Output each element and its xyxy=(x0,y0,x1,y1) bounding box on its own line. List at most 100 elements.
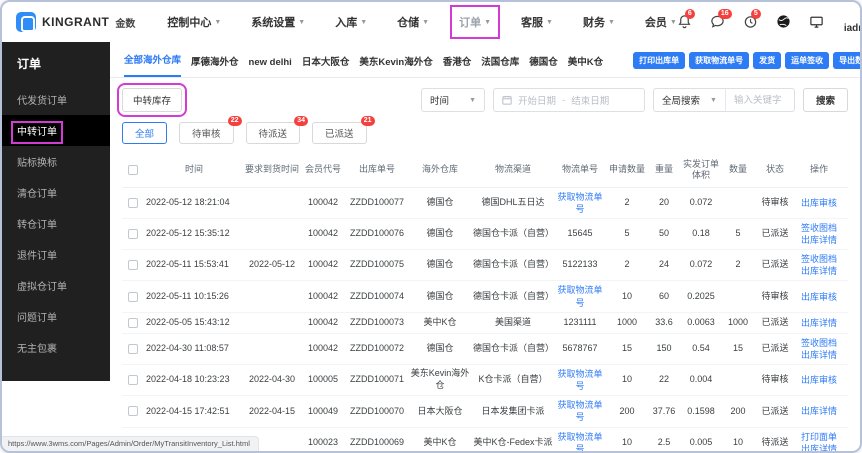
search-button[interactable]: 搜索 xyxy=(802,88,848,112)
chip-pending-dispatch[interactable]: 待派送 34 xyxy=(245,116,309,144)
row-action-link[interactable]: 出库详情 xyxy=(797,265,841,277)
tab-usk-warehouse[interactable]: 美中K仓 xyxy=(568,54,603,77)
tab-france-warehouse[interactable]: 法国仓库 xyxy=(481,54,519,77)
cell-time: 2022-05-11 10:15:26 xyxy=(146,290,229,301)
tab-kevin-warehouse[interactable]: 美东Kevin海外仓 xyxy=(359,54,432,77)
tab-osaka-warehouse[interactable]: 日本大阪仓 xyxy=(302,54,350,77)
row-checkbox[interactable] xyxy=(128,406,138,417)
date-range-picker[interactable]: 开始日期 - 结束日期 xyxy=(493,88,646,112)
notification-badge: 6 xyxy=(684,9,695,19)
row-action-link[interactable]: 出库审核 xyxy=(797,197,841,209)
row-checkbox[interactable] xyxy=(128,317,138,328)
cell-shipped-volume: 0.54 xyxy=(692,343,710,354)
row-action-link[interactable]: 出库审核 xyxy=(797,291,841,303)
menu-item-customer-service[interactable]: 客服 ▼ xyxy=(521,14,553,30)
sidebar-item-relabel[interactable]: 贴标换标 xyxy=(2,146,110,177)
cell-shipped-volume: 0.072 xyxy=(689,196,713,207)
get-tracking-number-link[interactable]: 获取物流单号 xyxy=(555,368,605,392)
menu-item-finance[interactable]: 财务 ▼ xyxy=(583,14,615,30)
search-scope-select[interactable]: 全局搜索 ▼ xyxy=(654,89,726,111)
menu-item-system-settings[interactable]: 系统设置 ▼ xyxy=(251,14,305,30)
row-checkbox[interactable] xyxy=(128,197,138,208)
monitor-icon[interactable] xyxy=(809,14,825,30)
count-badge: 21 xyxy=(360,116,375,126)
tab-houde-warehouse[interactable]: 厚德海外仓 xyxy=(191,54,239,77)
cell-tracking-no: 15645 xyxy=(567,228,593,239)
clock-icon[interactable]: 5 xyxy=(743,9,761,30)
topbar-icons: 6 16 5 iadmin xyxy=(677,9,860,34)
row-action-link[interactable]: 出库详情 xyxy=(797,317,841,329)
get-tracking-number-link[interactable]: 获取物流单号 xyxy=(555,431,605,451)
cell-requested-qty: 5 xyxy=(624,228,630,239)
cell-shipped-volume: 0.18 xyxy=(692,228,710,239)
cell-status: 待派送 xyxy=(761,436,789,447)
row-action-link[interactable]: 签收图档 xyxy=(797,337,841,349)
chip-all[interactable]: 全部 xyxy=(122,122,168,144)
main-menu: 控制中心 ▼ 系统设置 ▼ 入库 ▼ 仓储 ▼ 订单 ▼ 客服 ▼ 财务 ▼ 会员 ▼ xyxy=(167,5,677,39)
sidebar-item-clearance-orders[interactable]: 清仓订单 xyxy=(2,177,110,208)
transit-inventory-button[interactable]: 中转库存 xyxy=(116,83,188,117)
time-filter-select[interactable]: 时间 ▼ xyxy=(421,88,486,112)
cell-qty xyxy=(722,294,754,300)
username[interactable]: iadmin xyxy=(844,23,860,34)
export-data-button[interactable]: 导出数据 xyxy=(833,52,860,69)
cell-requested-qty: 2 xyxy=(624,259,630,270)
tab-all-overseas-warehouses[interactable]: 全部海外仓库 xyxy=(124,52,182,77)
get-tracking-number-link[interactable]: 获取物流单号 xyxy=(555,399,605,423)
get-tracking-number-button[interactable]: 获取物流单号 xyxy=(689,52,750,69)
print-outbound-order-button[interactable]: 打印出库单 xyxy=(633,52,686,69)
chip-dispatched[interactable]: 已派送 21 xyxy=(312,116,375,144)
sidebar-item-return-orders[interactable]: 退件订单 xyxy=(2,239,110,270)
row-action-link[interactable]: 出库审核 xyxy=(797,374,841,386)
menu-item-orders[interactable]: 订单 ▼ xyxy=(450,5,500,39)
menu-item-storage[interactable]: 仓储 ▼ xyxy=(397,14,429,30)
tab-hongkong-warehouse[interactable]: 香港仓 xyxy=(443,54,472,77)
chip-pending-review[interactable]: 待审核 22 xyxy=(179,116,242,144)
menu-item-control-center[interactable]: 控制中心 ▼ xyxy=(167,14,221,30)
sidebar-item-transfer-orders[interactable]: 转仓订单 xyxy=(2,208,110,239)
cell-weight: 2.5 xyxy=(657,436,671,447)
waybill-signed-button[interactable]: 运单签收 xyxy=(785,52,830,69)
row-action-link[interactable]: 出库详情 xyxy=(797,443,841,451)
keyword-input[interactable] xyxy=(725,90,794,110)
row-checkbox[interactable] xyxy=(128,260,138,271)
sidebar-item-transit-orders[interactable]: 中转订单 xyxy=(2,115,110,146)
cell-qty xyxy=(722,200,754,206)
chat-icon[interactable]: 16 xyxy=(710,9,732,30)
row-checkbox[interactable] xyxy=(128,291,138,302)
ship-button[interactable]: 发货 xyxy=(753,52,782,69)
bell-icon[interactable]: 6 xyxy=(677,9,695,30)
chevron-down-icon: ▼ xyxy=(669,18,677,26)
sidebar-item-virtual-warehouse-orders[interactable]: 虚拟仓订单 xyxy=(2,270,110,301)
annotation-box: 订单 ▼ xyxy=(450,5,500,39)
get-tracking-number-link[interactable]: 获取物流单号 xyxy=(555,284,605,308)
row-action-link[interactable]: 出库详情 xyxy=(797,234,841,246)
tab-new-delhi[interactable]: new delhi xyxy=(249,57,292,77)
cell-member-code: 100042 xyxy=(307,343,339,354)
row-checkbox[interactable] xyxy=(128,229,138,240)
row-action-link[interactable]: 出库详情 xyxy=(797,405,841,417)
table-row: 2022-05-12 18:21:04 100042 ZZDD100077 德国仓 德国… xyxy=(122,188,848,219)
row-action-link[interactable]: 签收图档 xyxy=(797,253,841,265)
cell-weight: 22 xyxy=(658,374,669,385)
sidebar-item-dropship-orders[interactable]: 代发货订单 xyxy=(2,84,110,115)
globe-icon[interactable] xyxy=(776,14,792,30)
cell-requested-qty: 10 xyxy=(621,436,632,447)
cell-shipped-volume: 0.1598 xyxy=(687,405,715,416)
cell-qty: 10 xyxy=(732,436,743,447)
row-checkbox[interactable] xyxy=(128,343,138,354)
menu-item-inbound[interactable]: 入库 ▼ xyxy=(335,14,367,30)
header-requested-qty: 申请数量 xyxy=(608,164,645,175)
left-column: 订单 代发货订单 中转订单 贴标换标 清仓订单 转仓订单 退件订单 虚拟仓订单 … xyxy=(2,42,110,451)
get-tracking-number-link[interactable]: 获取物流单号 xyxy=(555,191,605,215)
menu-item-members[interactable]: 会员 ▼ xyxy=(645,14,677,30)
header-shipped-volume: 实发订单体积 xyxy=(682,159,719,180)
sidebar-item-unclaimed-packages[interactable]: 无主包裹 xyxy=(2,332,110,363)
select-all-checkbox[interactable] xyxy=(128,164,138,175)
row-action-link[interactable]: 出库详情 xyxy=(797,349,841,361)
row-checkbox[interactable] xyxy=(128,375,138,386)
row-action-link[interactable]: 签收图档 xyxy=(797,222,841,234)
tab-germany-warehouse[interactable]: 德国仓 xyxy=(529,54,558,77)
row-action-link[interactable]: 打印面单 xyxy=(797,431,841,443)
sidebar-item-problem-orders[interactable]: 问题订单 xyxy=(2,301,110,332)
